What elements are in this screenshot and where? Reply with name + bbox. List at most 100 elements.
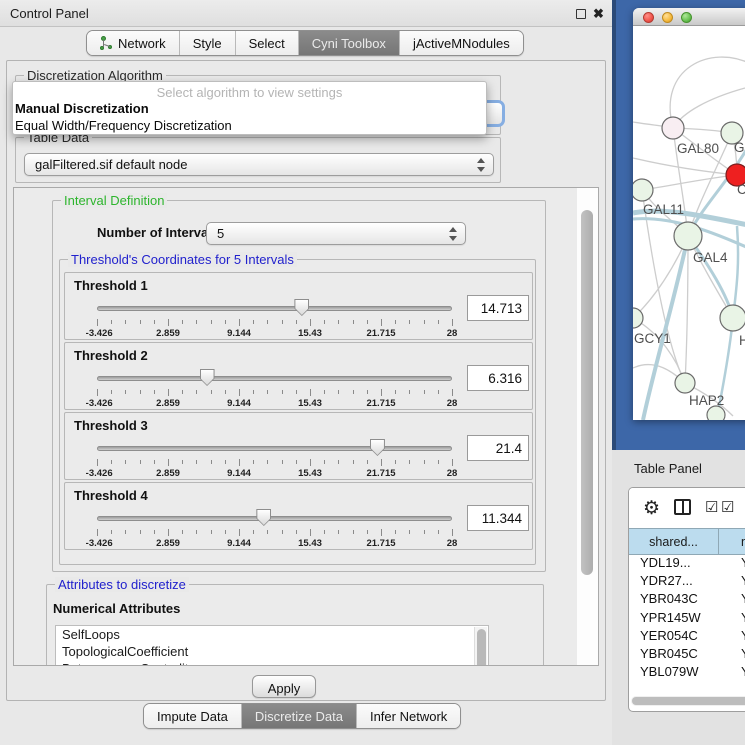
network-node[interactable] — [674, 222, 702, 250]
tab-label: Infer Network — [370, 709, 447, 724]
network-node[interactable] — [720, 305, 745, 331]
tick-mark — [438, 530, 439, 534]
threshold-slider[interactable]: -3.4262.8599.14415.4321.71528 — [97, 369, 452, 409]
algorithm-option[interactable]: Equal Width/Frequency Discretization — [15, 118, 475, 133]
tick-mark — [97, 319, 98, 326]
tab-discretize-data[interactable]: Discretize Data — [242, 704, 357, 728]
table-row[interactable]: YLR345WYLR345W — [629, 682, 745, 683]
tick-mark — [154, 460, 155, 464]
table-row[interactable]: YBR043CYBR043C — [629, 591, 745, 609]
tick-mark — [424, 530, 425, 534]
tab-style[interactable]: Style — [180, 31, 236, 55]
checked-checkbox-icon[interactable]: ☑ — [721, 498, 734, 516]
table-cell: YDR27... — [629, 573, 719, 591]
tick-label: 2.859 — [156, 538, 180, 549]
main-vertical-scrollbar[interactable] — [577, 188, 598, 665]
zoom-traffic-light-icon[interactable] — [681, 12, 692, 23]
threshold-slider[interactable]: -3.4262.8599.14415.4321.71528 — [97, 299, 452, 339]
network-edge[interactable] — [685, 236, 688, 383]
network-node[interactable] — [675, 373, 695, 393]
slider-thumb[interactable] — [200, 369, 215, 386]
minimize-traffic-light-icon[interactable] — [662, 12, 673, 23]
threshold-value-field[interactable]: 11.344 — [467, 505, 529, 531]
table-row[interactable]: YBR045CYBR045C — [629, 646, 745, 664]
tab-cyni-toolbox[interactable]: Cyni Toolbox — [299, 31, 400, 55]
table-data-group: Table Data galFiltered.sif default node — [15, 137, 501, 183]
network-node[interactable] — [633, 179, 653, 201]
tick-mark — [353, 460, 354, 464]
split-table-icon[interactable] — [674, 499, 691, 515]
tick-mark — [310, 459, 311, 466]
slider-thumb[interactable] — [370, 439, 385, 456]
network-edge-highlighted[interactable] — [733, 226, 738, 318]
table-row[interactable]: YDR27...YDR27 — [629, 573, 745, 591]
tick-mark — [211, 390, 212, 394]
column-header[interactable]: shared... — [629, 528, 719, 555]
slider-thumb[interactable] — [256, 509, 271, 526]
apply-button[interactable]: Apply — [252, 675, 316, 698]
slider-thumb-face — [201, 370, 214, 385]
tick-mark — [424, 390, 425, 394]
attributes-group-title: Attributes to discretize — [55, 577, 189, 592]
threshold-value-field[interactable]: 21.4 — [467, 435, 529, 461]
network-icon — [100, 36, 113, 51]
table-row[interactable]: YPR145WYPR145W — [629, 610, 745, 628]
threshold-label: Threshold 4 — [74, 488, 148, 503]
number-of-intervals-value: 5 — [217, 226, 224, 241]
attributes-scrollbar-thumb[interactable] — [477, 629, 486, 665]
network-node[interactable] — [662, 117, 684, 139]
gear-icon[interactable]: ⚙ — [643, 497, 660, 520]
table-row[interactable]: YDL19...YDL19 — [629, 555, 745, 573]
tick-mark — [253, 320, 254, 324]
tab-label: Style — [193, 36, 222, 51]
slider-track[interactable] — [97, 306, 452, 311]
close-icon[interactable]: ✖ — [592, 7, 605, 20]
tick-mark — [381, 319, 382, 326]
table-row[interactable]: YBL079WYBL079W — [629, 664, 745, 682]
slider-track[interactable] — [97, 516, 452, 521]
tab-infer-network[interactable]: Infer Network — [357, 704, 460, 728]
tick-mark — [395, 530, 396, 534]
table-row[interactable]: YER054CYER054C — [629, 628, 745, 646]
number-of-intervals-combo[interactable]: 5 — [206, 222, 466, 245]
attributes-list-scrollbar[interactable] — [474, 627, 487, 665]
tab-network[interactable]: Network — [87, 31, 180, 55]
list-item[interactable]: TopologicalCoefficient — [56, 643, 488, 660]
float-window-icon[interactable] — [576, 9, 586, 19]
network-view-window: GAL80GCGAL11GAL4HGCY1HAP2 — [633, 8, 745, 420]
network-node[interactable] — [633, 308, 643, 328]
table-hscrollbar-thumb[interactable] — [632, 697, 745, 705]
thresholds-group: Threshold's Coordinates for 5 Intervals … — [59, 259, 536, 565]
threshold-slider[interactable]: -3.4262.8599.14415.4321.71528 — [97, 509, 452, 549]
network-edge[interactable] — [633, 158, 737, 175]
network-node-label: GCY1 — [634, 331, 671, 346]
network-node[interactable] — [707, 406, 725, 420]
main-scrollbar-thumb[interactable] — [581, 210, 593, 575]
table-horizontal-scrollbar[interactable] — [631, 696, 745, 706]
tick-mark — [452, 319, 453, 326]
algorithm-option[interactable]: Manual Discretization — [15, 101, 475, 116]
column-header[interactable]: name — [719, 528, 745, 555]
network-canvas[interactable]: GAL80GCGAL11GAL4HGCY1HAP2 — [633, 26, 745, 420]
tick-mark — [239, 529, 240, 536]
slider-thumb[interactable] — [294, 299, 309, 316]
threshold-value-field[interactable]: 14.713 — [467, 295, 529, 321]
threshold-slider[interactable]: -3.4262.8599.14415.4321.71528 — [97, 439, 452, 479]
table-data-combo[interactable]: galFiltered.sif default node — [24, 153, 494, 176]
threshold-value-field[interactable]: 6.316 — [467, 365, 529, 391]
tab-select[interactable]: Select — [236, 31, 299, 55]
numerical-attributes-list[interactable]: SelfLoopsTopologicalCoefficientBetweenne… — [55, 625, 489, 665]
slider-track[interactable] — [97, 376, 452, 381]
checked-checkbox-icon[interactable]: ☑ — [705, 498, 718, 516]
list-item[interactable]: SelfLoops — [56, 626, 488, 643]
tick-mark — [438, 320, 439, 324]
table-cell: YBL079W — [629, 664, 719, 682]
table-cell: YLR345W — [629, 682, 719, 683]
close-traffic-light-icon[interactable] — [643, 12, 654, 23]
tab-jactivemnodules[interactable]: jActiveMNodules — [400, 31, 523, 55]
slider-track[interactable] — [97, 446, 452, 451]
list-item[interactable]: BetweennessCentrality — [56, 660, 488, 665]
tick-label: 9.144 — [227, 468, 251, 479]
slider-ticks — [97, 319, 452, 327]
tab-impute-data[interactable]: Impute Data — [144, 704, 242, 728]
